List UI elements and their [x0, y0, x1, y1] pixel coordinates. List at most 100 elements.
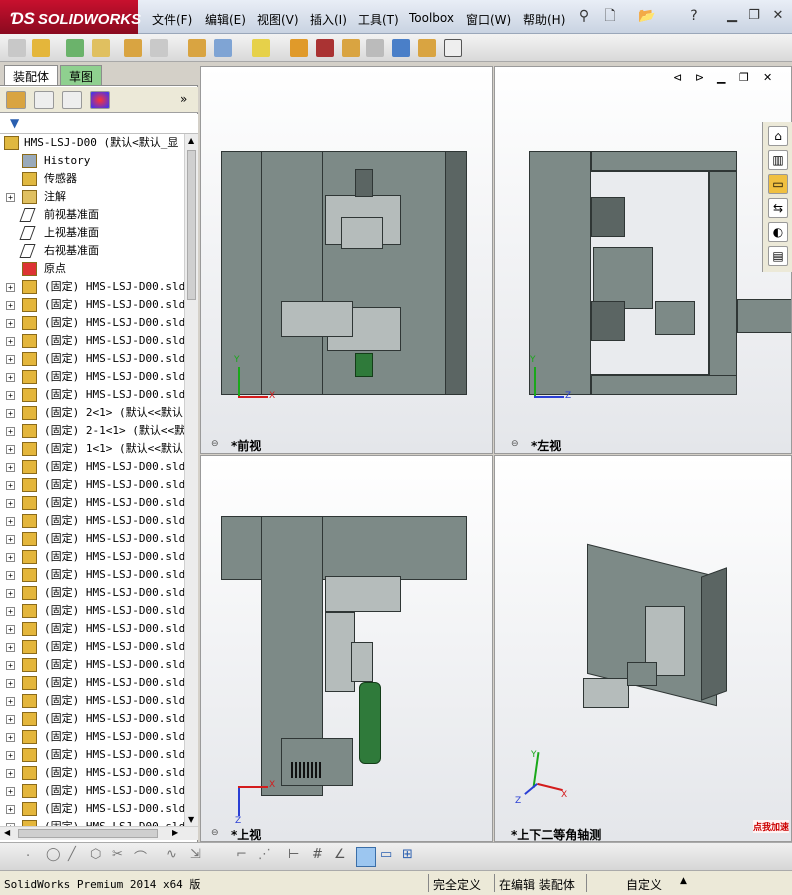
tree-item[interactable]: + (固定) HMS-LSJ-D00.slda: [0, 548, 184, 566]
clearance-icon[interactable]: [392, 39, 410, 57]
minimize-icon[interactable]: ▁: [724, 9, 740, 23]
scroll-left-icon[interactable]: ◀: [4, 828, 10, 837]
tree-item[interactable]: + (固定) HMS-LSJ-D00.slda: [0, 314, 184, 332]
explode-line-icon[interactable]: [342, 39, 360, 57]
viewport-prev-icon[interactable]: ⊲: [673, 71, 682, 84]
expand-icon[interactable]: +: [6, 661, 15, 670]
expand-icon[interactable]: +: [6, 193, 15, 202]
expand-icon[interactable]: +: [6, 625, 15, 634]
tree-horizontal-scrollbar[interactable]: ◀ ▶: [0, 826, 198, 840]
view-palette-icon[interactable]: ⇆: [768, 198, 788, 218]
speed-up-badge[interactable]: 点我加速: [753, 820, 790, 833]
reference-geometry-icon[interactable]: [214, 39, 232, 57]
scroll-right-icon[interactable]: ▶: [172, 828, 178, 837]
tree-item[interactable]: + (固定) HMS-LSJ-D00.slda: [0, 512, 184, 530]
angle-icon[interactable]: ∠: [334, 847, 346, 862]
offset-icon[interactable]: ⇲: [190, 847, 201, 862]
expand-icon[interactable]: +: [6, 409, 15, 418]
menu-help[interactable]: 帮助(H): [523, 11, 565, 28]
expand-icon[interactable]: +: [6, 499, 15, 508]
home-icon[interactable]: ⌂: [768, 126, 788, 146]
tree-item[interactable]: 右视基准面: [0, 242, 184, 260]
chevron-right-icon[interactable]: »: [180, 92, 187, 106]
tree-item[interactable]: 前视基准面: [0, 206, 184, 224]
tree-item[interactable]: + (固定) HMS-LSJ-D00.slda: [0, 458, 184, 476]
filter-icon[interactable]: ▼: [10, 116, 19, 130]
tree-item[interactable]: + (固定) HMS-LSJ-D00.slda: [0, 764, 184, 782]
arc-icon[interactable]: ⌒: [134, 847, 147, 866]
tree-vertical-scrollbar[interactable]: ▲ ▼: [184, 134, 198, 826]
expand-icon[interactable]: +: [6, 283, 15, 292]
tree-item[interactable]: + (固定) 2-1<1> (默认<<默: [0, 422, 184, 440]
corner-icon[interactable]: ⌐: [236, 847, 247, 862]
tree-item[interactable]: + (固定) HMS-LSJ-D00.slda: [0, 584, 184, 602]
expand-icon[interactable]: +: [6, 697, 15, 706]
view-cube-icon[interactable]: [356, 847, 376, 867]
tree-item[interactable]: + (固定) HMS-LSJ-D00.slda: [0, 602, 184, 620]
tree-item[interactable]: + (固定) HMS-LSJ-D00.slda: [0, 674, 184, 692]
circle-icon[interactable]: ◯: [46, 847, 61, 862]
status-units[interactable]: 自定义: [626, 876, 662, 893]
tree-item[interactable]: + (固定) HMS-LSJ-D00.slda: [0, 368, 184, 386]
expand-icon[interactable]: +: [6, 319, 15, 328]
trim-icon[interactable]: ✂: [112, 847, 123, 862]
expand-icon[interactable]: +: [6, 589, 15, 598]
hscroll-thumb[interactable]: [18, 829, 158, 838]
four-view-icon[interactable]: ⊞: [402, 847, 413, 862]
tree-item[interactable]: 原点: [0, 260, 184, 278]
tree-item[interactable]: + (固定) HMS-LSJ-D00.slda: [0, 494, 184, 512]
smart-fastener-icon[interactable]: [92, 39, 110, 57]
expand-icon[interactable]: +: [6, 805, 15, 814]
tree-item[interactable]: HMS-LSJ-D00 (默认<默认_显: [0, 134, 184, 152]
tree-item[interactable]: + (固定) 1<1> (默认<<默认: [0, 440, 184, 458]
expand-icon[interactable]: +: [6, 463, 15, 472]
viewport-next-icon[interactable]: ⊳: [695, 71, 704, 84]
line-icon[interactable]: ╱: [68, 847, 76, 862]
viewport-restore-icon[interactable]: ❐: [739, 71, 749, 84]
new-document-icon[interactable]: 🗋: [602, 8, 618, 24]
tree-item[interactable]: + (固定) HMS-LSJ-D00.slda: [0, 530, 184, 548]
custom-properties-icon[interactable]: ▤: [768, 246, 788, 266]
bill-of-materials-icon[interactable]: [290, 39, 308, 57]
tree-item[interactable]: + (固定) HMS-LSJ-D00.slda: [0, 638, 184, 656]
move-component-icon[interactable]: [124, 39, 142, 57]
tree-item[interactable]: + (固定) HMS-LSJ-D00.slda: [0, 620, 184, 638]
tree-item[interactable]: + (固定) HMS-LSJ-D00.slda: [0, 746, 184, 764]
spline-icon[interactable]: ∿: [166, 847, 177, 862]
assembly-features-icon[interactable]: [188, 39, 206, 57]
hole-alignment-icon[interactable]: [418, 39, 436, 57]
linear-pattern-icon[interactable]: [66, 39, 84, 57]
tree-item[interactable]: + (固定) HMS-LSJ-D00.slda: [0, 656, 184, 674]
viewport-top[interactable]: X Z ⊖ *上视: [200, 455, 493, 842]
expand-icon[interactable]: +: [6, 643, 15, 652]
pin-icon[interactable]: ⚲: [576, 8, 592, 24]
expand-icon[interactable]: +: [6, 769, 15, 778]
feature-manager-icon[interactable]: [6, 91, 26, 109]
tree-item[interactable]: + (固定) HMS-LSJ-D00.slda: [0, 476, 184, 494]
tree-item[interactable]: + (固定) HMS-LSJ-D00.slda: [0, 710, 184, 728]
expand-icon[interactable]: +: [6, 571, 15, 580]
menu-file[interactable]: 文件(F): [152, 11, 192, 28]
viewport-isometric[interactable]: Y X Z *上下二等角轴测 点我加速: [494, 455, 792, 842]
configuration-manager-icon[interactable]: [62, 91, 82, 109]
expand-icon[interactable]: +: [6, 733, 15, 742]
instant3d-icon[interactable]: [444, 39, 462, 57]
viewport-minimize-icon[interactable]: ▁: [717, 71, 725, 84]
filter-bar[interactable]: ▼: [0, 114, 198, 134]
expand-icon[interactable]: +: [6, 445, 15, 454]
menu-toolbox[interactable]: Toolbox: [409, 11, 454, 25]
exploded-view-icon[interactable]: [316, 39, 334, 57]
dimension-icon[interactable]: ⊢: [288, 847, 299, 862]
tree-item[interactable]: 传感器: [0, 170, 184, 188]
restore-icon[interactable]: ❐: [746, 9, 762, 23]
tree-item[interactable]: + (固定) HMS-LSJ-D00.slda: [0, 566, 184, 584]
tree-item[interactable]: + (固定) HMS-LSJ-D00.slda: [0, 692, 184, 710]
expand-icon[interactable]: +: [6, 751, 15, 760]
design-library-icon[interactable]: ▥: [768, 150, 788, 170]
tree-item[interactable]: + (固定) HMS-LSJ-D00.slda: [0, 296, 184, 314]
expand-icon[interactable]: +: [6, 355, 15, 364]
scroll-thumb[interactable]: [187, 150, 196, 300]
new-motion-study-icon[interactable]: [252, 39, 270, 57]
grid-icon[interactable]: #: [312, 847, 323, 862]
appearances-icon[interactable]: ◐: [768, 222, 788, 242]
